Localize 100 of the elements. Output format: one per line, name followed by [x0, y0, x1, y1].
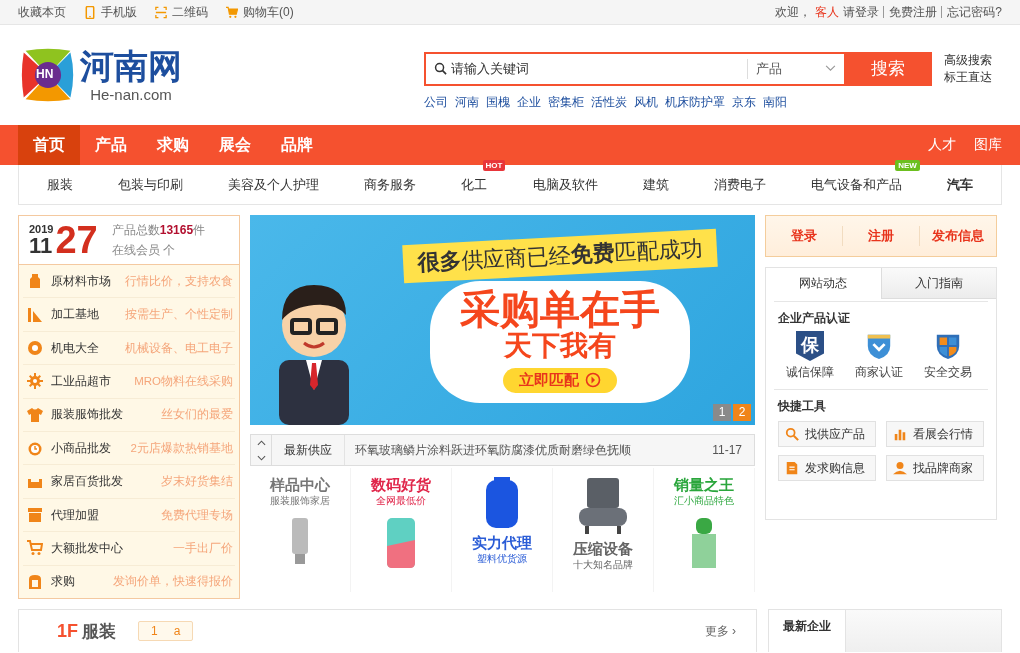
hot-keyword-link[interactable]: 企业: [517, 93, 541, 111]
category-link[interactable]: 汽车: [947, 175, 973, 194]
market-slogan: 发询价单，快速得报价: [113, 574, 233, 590]
compressor-picture: [577, 476, 629, 536]
barrel-picture: [484, 476, 520, 530]
hot-keyword-link[interactable]: 国槐: [486, 93, 510, 111]
person-icon: [893, 461, 907, 475]
hot-keyword-link[interactable]: 密集柜: [548, 93, 584, 111]
account-link[interactable]: 请登录: [843, 3, 880, 21]
stat-label: 产品总数: [111, 222, 160, 239]
tool-button[interactable]: 找供应产品: [778, 421, 876, 447]
top-link[interactable]: 购物车(0): [226, 3, 294, 21]
category-link[interactable]: 包装与印刷: [118, 175, 184, 194]
market-item[interactable]: 机电大全 机械设备、电工电子: [23, 331, 235, 366]
category-link[interactable]: 电脑及软件: [532, 175, 598, 194]
category-link[interactable]: 电气设备和产品: [810, 175, 902, 194]
search-side-link[interactable]: 高级搜索: [944, 51, 992, 69]
guest-name: 客人: [815, 3, 840, 21]
tool-button[interactable]: 找品牌商家: [886, 455, 984, 481]
market-slogan: 机械设备、电工电子: [125, 340, 233, 356]
search-field[interactable]: 请输入关键词 产品: [424, 51, 844, 86]
category-link[interactable]: 化工: [461, 175, 488, 194]
hot-keyword-link[interactable]: 南阳: [763, 93, 787, 111]
category-link[interactable]: 商务服务: [364, 175, 417, 194]
hot-keyword-link[interactable]: 河南: [455, 93, 479, 111]
qr-code-icon: [155, 5, 167, 19]
ruler-icon: [27, 306, 43, 323]
account-button[interactable]: 注册: [843, 227, 919, 245]
nav-tab[interactable]: 首页: [18, 125, 80, 165]
search-icon: [434, 62, 447, 75]
more-link[interactable]: 更多 ›: [704, 622, 736, 640]
promo-title: 销量之王: [674, 476, 734, 494]
usb-picture: [290, 516, 310, 566]
hot-keyword-link[interactable]: 公司: [424, 93, 448, 111]
logo-icon: [20, 47, 76, 103]
account-link[interactable]: 免费注册: [883, 6, 938, 18]
bottle-icon: [27, 273, 43, 290]
certification-item[interactable]: 安全交易: [916, 331, 980, 381]
market-item[interactable]: 小商品批发 2元店爆款热销基地: [23, 432, 235, 466]
bottle-picture: [690, 516, 718, 570]
promo-tile[interactable]: 实力代理 塑料优货源: [452, 468, 553, 592]
market-slogan: 岁末好货集结: [161, 474, 233, 490]
market-item[interactable]: 工业品超市 MRO物料在线采购: [23, 365, 235, 399]
category-link[interactable]: 服装: [47, 175, 73, 194]
news-headline-link[interactable]: 环氧玻璃鳞片涂料跃进环氧防腐漆优质耐磨绿色抚顺: [355, 441, 713, 459]
market-slogan: MRO物料在线采购: [134, 373, 233, 389]
promo-tile[interactable]: 压缩设备 十大知名品牌: [553, 468, 654, 592]
hot-keyword-link[interactable]: 京东: [732, 93, 756, 111]
market-item[interactable]: 大额批发中心 一手出厂价: [23, 532, 235, 566]
category-link[interactable]: 消费电子: [713, 175, 766, 194]
site-name: 河南网: [80, 48, 182, 83]
section-title: 企业产品认证: [778, 310, 851, 327]
hot-keyword-link[interactable]: 活性炭: [591, 93, 627, 111]
shirt-icon: [27, 406, 43, 423]
account-button[interactable]: 登录: [766, 227, 842, 245]
arrow-circle-icon: [584, 372, 601, 389]
tool-button[interactable]: 发求购信息: [778, 455, 876, 481]
companies-tab[interactable]: 最新企业: [769, 610, 846, 652]
promo-title: 数码好货: [371, 476, 431, 494]
site-domain: He-nan.com: [90, 86, 172, 102]
promo-subtitle: 汇小商品特色: [674, 494, 734, 508]
gear-icon: [27, 373, 43, 390]
account-button[interactable]: 发布信息: [920, 227, 996, 245]
logo-badge-text: HN: [36, 67, 54, 81]
certification-item[interactable]: 商家认证: [847, 331, 911, 381]
news-date: 11-17: [712, 443, 742, 457]
account-link[interactable]: 忘记密码?: [941, 6, 1002, 18]
promo-title: 实力代理: [472, 534, 532, 552]
market-item[interactable]: 原材料市场 行情比价，支持农食: [23, 265, 235, 299]
search-side-link[interactable]: 标王直达: [944, 68, 992, 86]
category-link[interactable]: 美容及个人护理: [228, 175, 320, 194]
tag-badge: HOT: [482, 159, 506, 171]
top-link[interactable]: 二维码: [155, 3, 208, 21]
market-item[interactable]: 家居百货批发 岁末好货集结: [23, 465, 235, 499]
tool-button[interactable]: 看展会行情: [886, 421, 984, 447]
promo-title: 样品中心: [270, 476, 330, 494]
certification-item[interactable]: 保 诚信保障: [778, 331, 842, 381]
promo-tile[interactable]: 数码好货 全网最低价: [351, 468, 452, 592]
fan-icon: [27, 340, 43, 356]
banner-headline: 很多供应商已经免费匹配成功: [401, 228, 718, 284]
hot-keyword-link[interactable]: 风机: [634, 93, 658, 111]
info-tab[interactable]: 入门指南: [880, 268, 996, 299]
section-title: 快捷工具: [778, 398, 827, 415]
market-item[interactable]: 代理加盟 免费代理专场: [23, 498, 235, 533]
hot-keyword-link[interactable]: 机床防护罩: [665, 93, 725, 111]
promo-subtitle: 十大知名品牌: [573, 558, 633, 572]
promo-tile[interactable]: 样品中心 服装服饰家居: [250, 468, 351, 592]
news-label: 最新供应: [272, 435, 345, 465]
top-link[interactable]: 收藏本页: [18, 3, 66, 21]
market-slogan: 按需生产、个性定制: [125, 307, 233, 323]
category-link[interactable]: 建筑: [642, 175, 669, 194]
market-item[interactable]: 服装服饰批发 丝女们的最爱: [23, 398, 235, 433]
market-slogan: 丝女们的最爱: [161, 407, 233, 423]
caret-icon: [825, 65, 836, 72]
phone-picture: [385, 516, 417, 570]
floor-title: 服装: [82, 620, 116, 643]
promo-subtitle: 服装服饰家居: [270, 494, 330, 508]
top-link[interactable]: 手机版: [84, 3, 137, 21]
market-item[interactable]: 求购 发询价单，快速得报价: [23, 565, 235, 599]
market-item[interactable]: 加工基地 按需生产、个性定制: [23, 298, 235, 332]
